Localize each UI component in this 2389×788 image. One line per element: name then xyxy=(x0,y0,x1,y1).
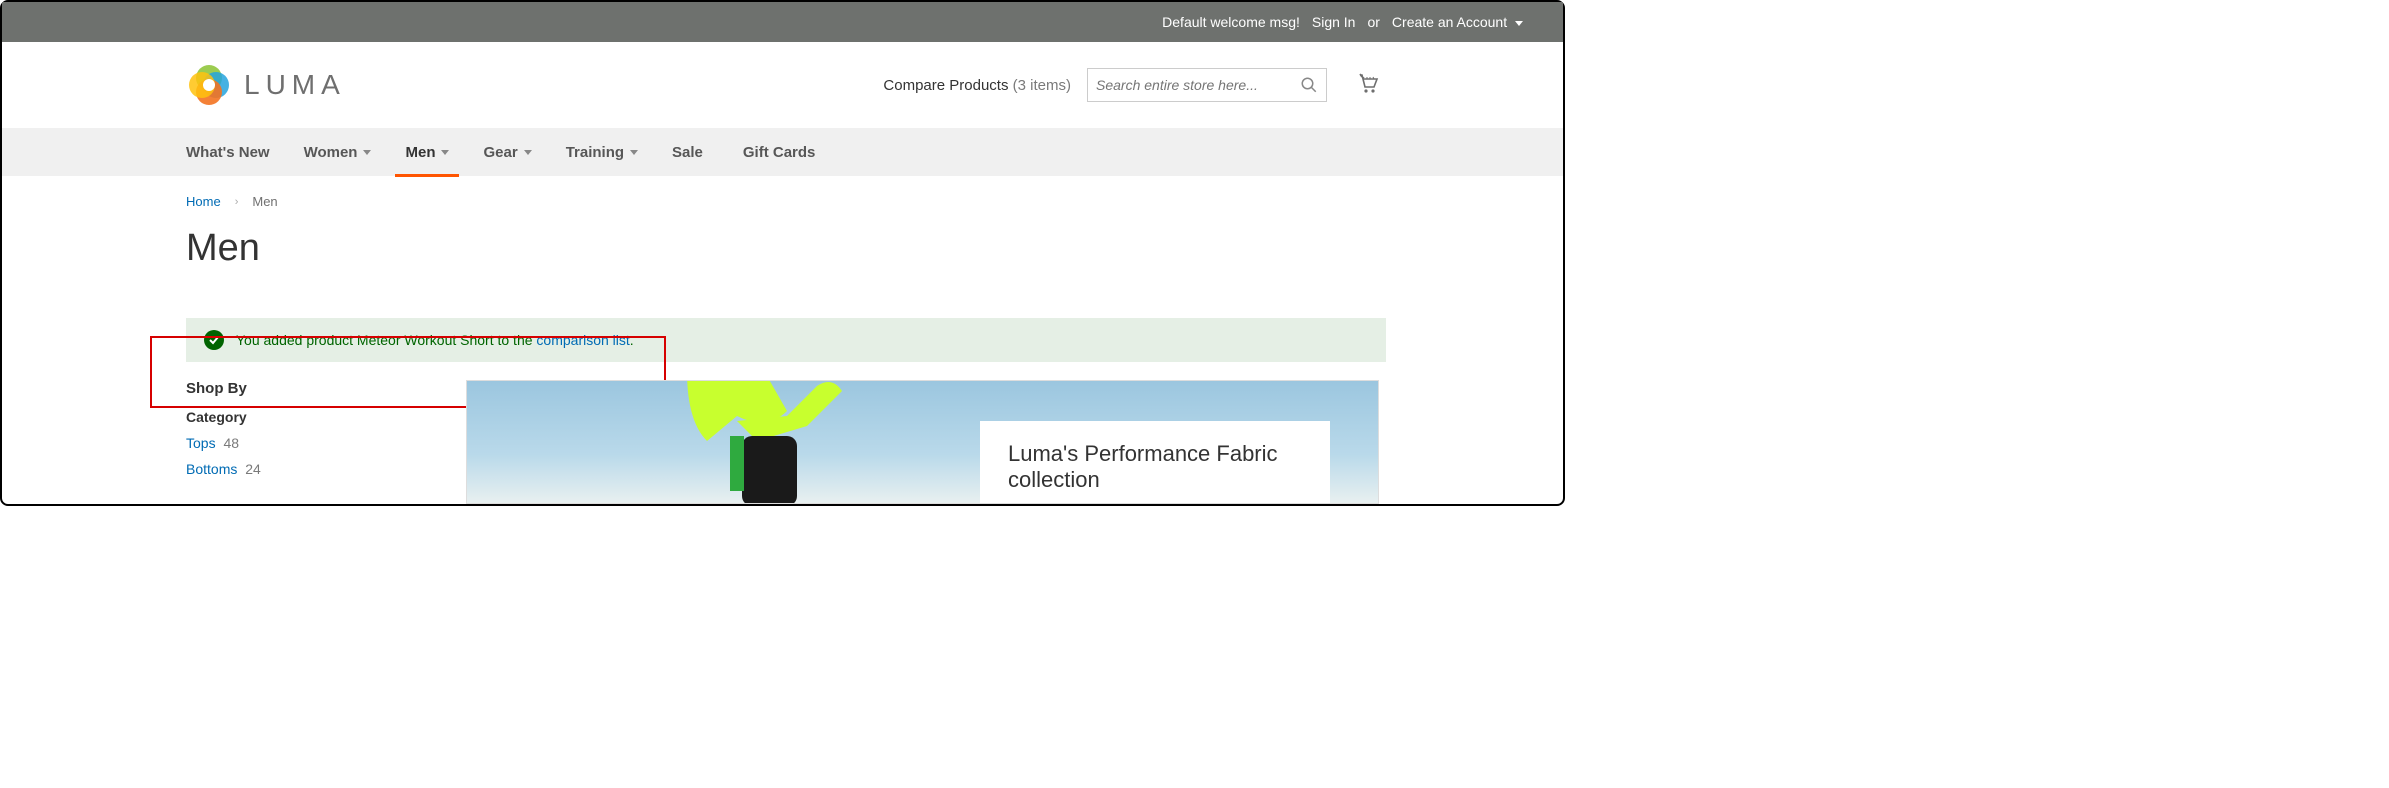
nav-label: Men xyxy=(405,144,435,161)
cart-icon xyxy=(1355,71,1379,95)
main-nav: What's New Women Men Gear Training Sale … xyxy=(2,128,1563,176)
logo[interactable]: LUMA xyxy=(186,62,346,108)
page-title: Men xyxy=(186,227,1379,270)
msg-prefix: You added product Meteor Workout Short t… xyxy=(236,332,536,348)
banner-text-box: Luma's Performance Fabric collection xyxy=(980,421,1330,503)
success-message: You added product Meteor Workout Short t… xyxy=(186,318,1386,362)
category-item-tops: Tops 48 xyxy=(186,435,446,451)
chevron-down-icon xyxy=(524,150,532,155)
nav-label: What's New xyxy=(186,144,270,161)
category-link[interactable]: Tops xyxy=(186,435,216,451)
nav-gear[interactable]: Gear xyxy=(483,128,531,176)
main-columns: Shop By Category Tops 48 Bottoms 24 Luma… xyxy=(186,380,1379,504)
search-input[interactable] xyxy=(1096,77,1300,93)
nav-whats-new[interactable]: What's New xyxy=(186,128,270,176)
compare-count: (3 items) xyxy=(1013,77,1071,94)
chevron-down-icon xyxy=(1515,21,1523,26)
or-separator: or xyxy=(1367,14,1379,30)
create-account-link[interactable]: Create an Account xyxy=(1392,14,1523,30)
nav-gift-cards[interactable]: Gift Cards xyxy=(743,128,816,176)
top-bar: Default welcome msg! Sign In or Create a… xyxy=(2,2,1563,42)
chevron-down-icon xyxy=(363,150,371,155)
nav-label: Sale xyxy=(672,144,703,161)
comparison-list-link[interactable]: comparison list xyxy=(536,332,629,348)
sidebar: Shop By Category Tops 48 Bottoms 24 xyxy=(186,380,446,504)
banner-headline: Luma's Performance Fabric collection xyxy=(1008,441,1278,492)
success-text: You added product Meteor Workout Short t… xyxy=(236,332,634,348)
msg-suffix: . xyxy=(630,332,634,348)
category-link[interactable]: Bottoms xyxy=(186,461,237,477)
nav-label: Gift Cards xyxy=(743,144,816,161)
create-account-label: Create an Account xyxy=(1392,14,1507,30)
category-item-bottoms: Bottoms 24 xyxy=(186,461,446,477)
breadcrumb-current: Men xyxy=(252,194,277,209)
compare-label: Compare Products xyxy=(883,77,1008,94)
category-heading: Category xyxy=(186,409,446,425)
nav-label: Gear xyxy=(483,144,517,161)
logo-text: LUMA xyxy=(244,69,346,101)
compare-products-link[interactable]: Compare Products (3 items) xyxy=(883,77,1071,94)
search-icon[interactable] xyxy=(1300,76,1318,94)
welcome-msg: Default welcome msg! xyxy=(1162,14,1300,30)
cart-button[interactable] xyxy=(1355,71,1379,100)
shop-by-heading: Shop By xyxy=(186,380,446,397)
breadcrumb-home[interactable]: Home xyxy=(186,194,221,209)
sign-in-link[interactable]: Sign In xyxy=(1312,14,1356,30)
nav-men[interactable]: Men xyxy=(405,128,449,176)
category-count: 24 xyxy=(245,461,261,477)
chevron-right-icon: › xyxy=(235,196,239,208)
header: LUMA Compare Products (3 items) xyxy=(2,42,1563,128)
logo-icon xyxy=(186,62,232,108)
runner-image xyxy=(647,380,887,504)
nav-label: Training xyxy=(566,144,624,161)
breadcrumb: Home › Men xyxy=(186,194,1379,209)
nav-sale[interactable]: Sale xyxy=(672,128,703,176)
nav-label: Women xyxy=(304,144,358,161)
search-box[interactable] xyxy=(1087,68,1327,102)
category-count: 48 xyxy=(223,435,239,451)
content: Home › Men Men You added product Meteor … xyxy=(2,176,1563,504)
check-circle-icon xyxy=(204,330,224,350)
nav-training[interactable]: Training xyxy=(566,128,638,176)
hero-banner[interactable]: Luma's Performance Fabric collection xyxy=(466,380,1379,504)
nav-women[interactable]: Women xyxy=(304,128,372,176)
chevron-down-icon xyxy=(441,150,449,155)
chevron-down-icon xyxy=(630,150,638,155)
